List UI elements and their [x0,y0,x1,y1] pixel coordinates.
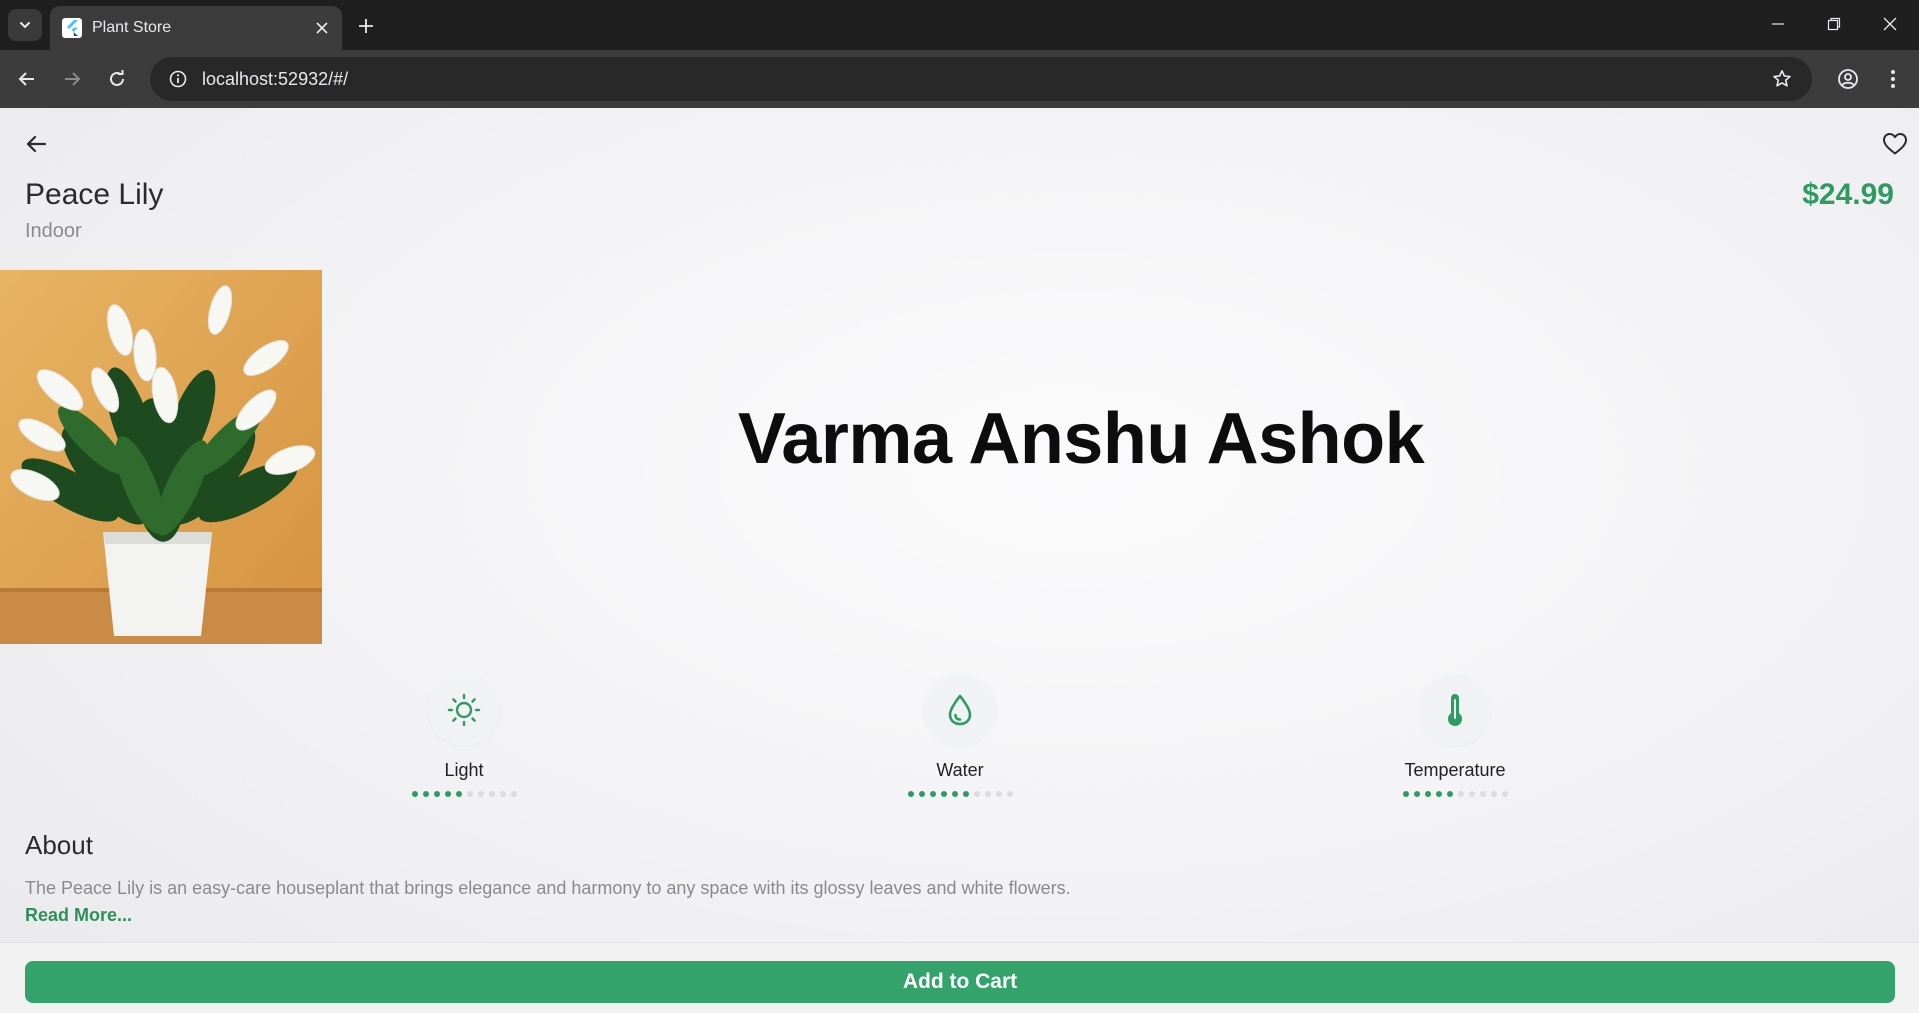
bottom-action-bar: Add to Cart [0,942,1919,1013]
browser-forward-button[interactable] [54,61,90,97]
plant-price: $24.99 [1802,178,1894,211]
level-dot [1457,791,1464,797]
level-dot [1501,791,1508,797]
care-level-temperature [1355,791,1555,797]
minimize-icon [1772,23,1784,25]
level-dot [1468,791,1475,797]
profile-icon [1838,69,1858,89]
level-dot [1446,791,1453,797]
tab-search-button[interactable] [8,9,42,41]
overlay-name-text: Varma Anshu Ashok [737,399,1425,479]
level-dot [918,791,925,797]
plant-detail-page: Peace Lily Indoor $24.99 Varma Anshu Ash… [0,108,1919,1013]
level-dot [488,791,495,797]
minimize-button[interactable] [1750,6,1806,42]
reload-button[interactable] [99,61,135,97]
flutter-favicon-icon [62,18,82,38]
level-dot [1006,791,1013,797]
site-info-icon[interactable] [156,57,200,101]
level-dot [466,791,473,797]
browser-tab[interactable]: Plant Store [50,6,342,50]
arrow-right-icon [65,72,81,86]
new-tab-button[interactable] [350,10,382,42]
level-dot [455,791,462,797]
add-to-cart-button[interactable]: Add to Cart [25,961,1895,1003]
level-dot [477,791,484,797]
level-dot [1402,791,1409,797]
about-text: The Peace Lily is an easy-care houseplan… [25,878,1071,898]
level-dot [1413,791,1420,797]
url-text[interactable]: localhost:52932/#/ [202,69,1762,90]
level-dot [499,791,506,797]
more-vertical-icon [1891,70,1895,88]
browser-back-button[interactable] [9,61,45,97]
tab-title: Plant Store [92,19,172,36]
plus-icon [359,19,373,33]
restore-button[interactable] [1806,6,1862,42]
care-label-light: Light [444,760,484,780]
arrow-left-icon [18,72,34,86]
sun-icon [428,674,500,746]
level-dot [1424,791,1431,797]
level-dot [907,791,914,797]
level-dot [422,791,429,797]
profile-button[interactable] [1830,61,1866,97]
care-light: Light [364,674,564,797]
care-temperature: Temperature [1355,674,1555,797]
browser-tab-strip: Plant Store [0,0,1919,50]
read-more-link[interactable]: Read More... [25,905,132,926]
heart-outline-icon [1883,133,1907,155]
back-button[interactable] [20,128,52,160]
browser-toolbar: localhost:52932/#/ [0,50,1919,108]
level-dot [1435,791,1442,797]
level-dot [984,791,991,797]
about-heading: About [25,830,93,860]
care-level-light [364,791,564,797]
tab-close-button[interactable] [308,14,336,42]
level-dot [929,791,936,797]
bookmark-star-icon[interactable] [1762,59,1802,99]
water-drop-icon [924,674,996,746]
care-label-temperature: Temperature [1404,760,1506,780]
care-label-water: Water [936,760,984,780]
level-dot [962,791,969,797]
level-dot [995,791,1002,797]
close-icon [316,22,328,34]
care-level-water [860,791,1060,797]
level-dot [973,791,980,797]
thermometer-icon [1419,674,1491,746]
close-icon [1883,17,1897,31]
arrow-left-icon [26,135,47,153]
level-dot [411,791,418,797]
close-window-button[interactable] [1862,6,1918,42]
level-dot [510,791,517,797]
address-bar[interactable]: localhost:52932/#/ [150,57,1812,101]
plant-category: Indoor [25,220,82,242]
browser-menu-button[interactable] [1875,61,1911,97]
level-dot [1490,791,1497,797]
reload-icon [110,70,124,86]
restore-icon [1827,17,1841,31]
plant-name: Peace Lily [25,178,164,211]
level-dot [951,791,958,797]
chevron-down-icon [20,22,30,29]
level-dot [940,791,947,797]
level-dot [444,791,451,797]
level-dot [433,791,440,797]
care-water: Water [860,674,1060,797]
favorite-button[interactable] [1879,128,1911,160]
level-dot [1479,791,1486,797]
